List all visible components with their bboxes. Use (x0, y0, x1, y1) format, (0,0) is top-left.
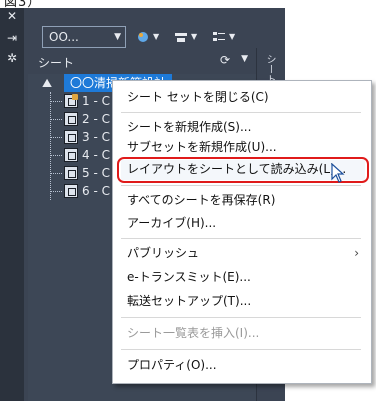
sheet-label: 4 - C (82, 148, 110, 162)
menu-item-close-sheet-set[interactable]: シート セットを閉じる(C) (113, 85, 371, 109)
publish-icon (138, 32, 148, 42)
menu-item-publish[interactable]: パブリッシュ › (113, 241, 371, 265)
sheet-set-icon: ⛰ (42, 76, 53, 90)
palette-title-strip: ✕ ⇥ ✲ (0, 8, 24, 401)
publish-button[interactable]: ▼ (136, 27, 170, 47)
sheet-icon (64, 184, 78, 198)
sheet-icon (64, 112, 78, 126)
menu-item-transmittal-setup[interactable]: 転送セットアップ(T)... (113, 289, 371, 313)
mouse-pointer-icon (331, 163, 345, 183)
sheet-set-combo-value: OO... (49, 30, 79, 44)
tree-connector-line (50, 92, 51, 200)
menu-item-etransmit[interactable]: e-トランスミット(E)... (113, 265, 371, 289)
properties-icon[interactable]: ✲ (6, 52, 18, 64)
sheet-label: 3 - C (82, 130, 110, 144)
chevron-down-icon[interactable]: ▼ (241, 54, 248, 64)
auto-hide-icon[interactable]: ⇥ (6, 32, 18, 44)
menu-separator (121, 317, 361, 318)
sheet-list-header: シート ⟳ ▼ (28, 48, 256, 75)
sheet-set-combo[interactable]: OO... ▼ (42, 26, 126, 48)
menu-item-properties[interactable]: プロパティ(O)... (113, 353, 371, 377)
menu-separator (121, 185, 361, 186)
sheet-icon (64, 130, 78, 144)
sheet-icon (64, 166, 78, 180)
chevron-right-icon: › (354, 246, 359, 260)
chevron-down-icon: ▼ (229, 32, 236, 41)
menu-item-resave-all-sheets[interactable]: すべてのシートを再保存(R) (113, 188, 371, 212)
refresh-icon[interactable]: ⟳ (220, 53, 230, 67)
menu-item-archive[interactable]: アーカイブ(H)... (113, 211, 371, 235)
sheet-view-icon (175, 33, 187, 42)
sheet-label: 2 - C (82, 112, 110, 126)
menu-separator (121, 238, 361, 239)
sheet-list-button[interactable]: ▼ (212, 27, 246, 47)
sheet-label: 6 - C (82, 184, 110, 198)
modified-mark-icon (72, 94, 78, 100)
menu-separator (121, 349, 361, 350)
chevron-down-icon: ▼ (191, 32, 198, 41)
palette-toolbar: OO... ▼ ▼ ▼ ▼ (36, 18, 268, 48)
sheet-icon (64, 148, 78, 162)
sheet-label: 5 - C (82, 166, 110, 180)
sheet-list-title: シート (38, 56, 75, 70)
sheet-list-icon (213, 32, 225, 41)
chevron-down-icon: ▼ (153, 32, 160, 41)
menu-item-insert-sheet-list-table: シート一覧表を挿入(I)... (127, 326, 260, 340)
chevron-down-icon: ▼ (114, 32, 121, 42)
sheet-label: 1 - C (82, 94, 110, 108)
menu-item-new-subset[interactable]: サブセットを新規作成(U)... (113, 135, 371, 159)
menu-separator (121, 112, 361, 113)
close-icon[interactable]: ✕ (6, 10, 18, 22)
sheet-view-button[interactable]: ▼ (174, 27, 208, 47)
context-menu: シート セットを閉じる(C) シートを新規作成(S)... サブセットを新規作成… (112, 80, 372, 384)
